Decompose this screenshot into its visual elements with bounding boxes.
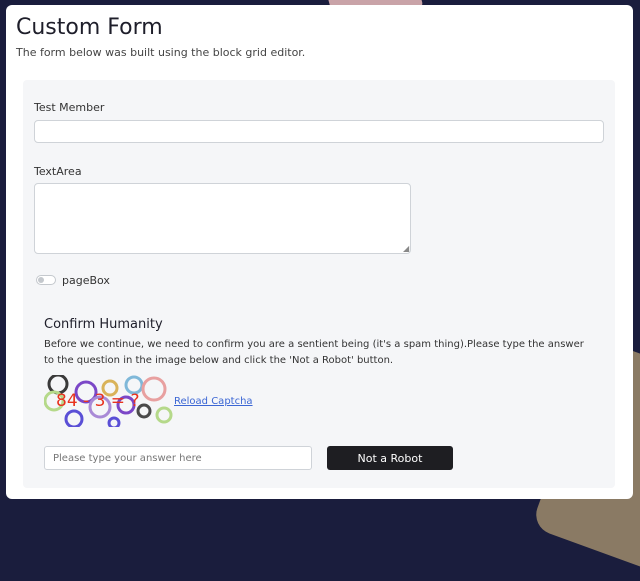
form-panel: Test Member TextArea ◢ pageBox Confirm H… [23, 80, 615, 488]
test-member-label: Test Member [34, 101, 105, 114]
not-a-robot-button[interactable]: Not a Robot [327, 446, 453, 470]
page-subtitle: The form below was built using the block… [16, 46, 306, 59]
captcha-title: Confirm Humanity [44, 317, 163, 332]
captcha-description: Before we continue, we need to confirm y… [44, 339, 584, 366]
toggle-knob [38, 277, 44, 283]
resize-grip-icon[interactable]: ◢ [403, 245, 409, 253]
captcha-text: 84 - 3 = ? [56, 391, 139, 411]
test-member-input[interactable] [34, 120, 604, 143]
textarea-label: TextArea [34, 165, 82, 178]
form-card: Custom Form The form below was built usi… [6, 5, 633, 499]
textarea-field[interactable] [34, 183, 411, 254]
reload-captcha-link[interactable]: Reload Captcha [174, 396, 253, 407]
pagebox-label: pageBox [62, 274, 110, 287]
page-title: Custom Form [16, 15, 163, 40]
captcha-image: 84 - 3 = ? [44, 375, 173, 427]
pagebox-toggle[interactable] [36, 275, 56, 285]
captcha-answer-input[interactable] [44, 446, 312, 470]
